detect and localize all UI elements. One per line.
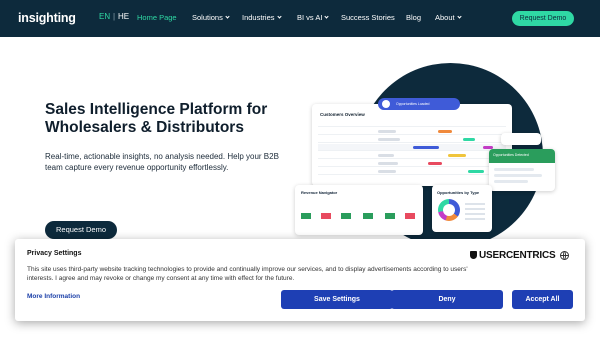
nav-home-page[interactable]: Home Page [137, 13, 177, 22]
opportunities-by-type-card: Opportunities by Type [432, 185, 492, 232]
chevron-down-icon [225, 14, 230, 19]
chevron-down-icon [276, 14, 282, 19]
table-cell [378, 138, 400, 141]
revenue-bar [321, 213, 331, 219]
nav-success-stories[interactable]: Success Stories [341, 13, 395, 22]
nav-industries-label: Industries [242, 13, 275, 22]
accept-all-button[interactable]: Accept All [512, 290, 573, 309]
table-row [318, 136, 506, 143]
table-cell [378, 170, 396, 173]
revenue-bar [405, 213, 415, 219]
privacy-description: This site uses third-party website track… [27, 266, 468, 282]
top-navbar: insighting EN | HE Home Page Solutions I… [0, 0, 600, 37]
legend-item [465, 218, 485, 220]
card-header: Opportunities Detected [489, 149, 555, 163]
mini-stat-card [501, 133, 541, 145]
table-cell [428, 162, 442, 165]
legend-item [465, 208, 485, 210]
chevron-down-icon [456, 14, 462, 19]
legend-item [465, 203, 485, 205]
table-cell [413, 146, 439, 149]
insighting-logo[interactable]: insighting [18, 11, 76, 25]
revenue-bar [363, 213, 373, 219]
table-cell [438, 130, 452, 133]
lang-separator: | [113, 12, 116, 21]
nav-industries[interactable]: Industries [242, 13, 282, 22]
hero-title: Sales Intelligence Platform for Wholesal… [45, 101, 268, 136]
nav-bi-vs-ai-label: BI vs AI [297, 13, 323, 22]
nav-bi-vs-ai[interactable]: BI vs AI [297, 13, 330, 22]
list-item [494, 180, 528, 183]
nav-about-label: About [435, 13, 455, 22]
opportunities-loaded-pill: Opportunities Loaded [378, 98, 460, 110]
list-item [494, 174, 542, 177]
save-settings-button[interactable]: Save Settings [281, 290, 393, 309]
more-information-link[interactable]: More Information [27, 293, 80, 300]
customers-overview-title: Customers Overview [320, 112, 365, 117]
customers-overview-card: Customers Overview [312, 104, 512, 186]
logo-text: insighting [18, 11, 76, 25]
deny-button[interactable]: Deny [391, 290, 503, 309]
revenue-navigator-card: Revenue Navigator [295, 185, 423, 235]
table-row [318, 144, 506, 151]
table-row [318, 152, 506, 159]
nav-request-demo-button[interactable]: Request Demo [512, 11, 574, 26]
table-row [318, 168, 506, 175]
table-cell [378, 154, 394, 157]
table-cell [378, 130, 396, 133]
donut-chart [438, 199, 460, 221]
table-cell [378, 162, 398, 165]
nav-solutions[interactable]: Solutions [192, 13, 230, 22]
opportunities-by-type-title: Opportunities by Type [437, 190, 480, 195]
sparkle-icon [382, 100, 390, 108]
hero-request-demo-button[interactable]: Request Demo [45, 221, 117, 239]
table-cell [463, 138, 475, 141]
opportunities-loaded-text: Opportunities Loaded [396, 102, 430, 106]
chevron-down-icon [324, 14, 330, 19]
list-item [494, 168, 534, 171]
privacy-consent-banner: Privacy Settings This site uses third-pa… [15, 239, 585, 321]
legend-item [465, 213, 485, 215]
nav-solutions-label: Solutions [192, 13, 223, 22]
hero-subtitle: Real-time, actionable insights, no analy… [45, 152, 279, 172]
card-header-text: Opportunities Detected [493, 153, 529, 157]
usercentrics-brand: USERCENTRICS [479, 250, 556, 261]
revenue-bar [385, 213, 395, 219]
table-row [318, 160, 506, 167]
table-header-row [318, 120, 506, 127]
privacy-settings-title: Privacy Settings [27, 250, 82, 257]
nav-blog[interactable]: Blog [406, 13, 421, 22]
usercentrics-logo: USERCENTRICS [470, 250, 556, 261]
opportunities-detected-card: Opportunities Detected [489, 149, 555, 191]
globe-icon[interactable] [560, 251, 569, 260]
revenue-bar [301, 213, 311, 219]
table-row [318, 128, 506, 135]
table-cell [468, 170, 484, 173]
lang-he-link[interactable]: HE [118, 12, 129, 21]
lang-en-link[interactable]: EN [99, 12, 110, 21]
revenue-navigator-title: Revenue Navigator [301, 190, 338, 195]
nav-about[interactable]: About [435, 13, 462, 22]
revenue-bar [341, 213, 351, 219]
shield-icon [470, 251, 477, 259]
table-cell [448, 154, 466, 157]
